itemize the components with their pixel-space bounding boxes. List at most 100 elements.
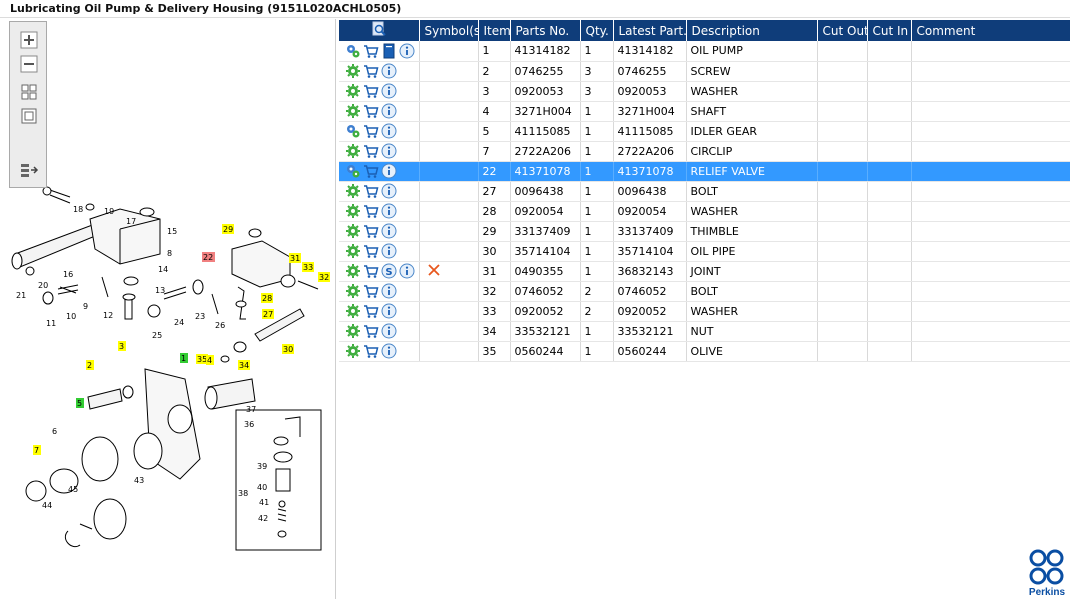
- cart-icon[interactable]: [363, 123, 379, 139]
- zoom-in-icon[interactable]: [19, 30, 39, 50]
- gear-icon[interactable]: [345, 303, 361, 319]
- column-header-cut-out[interactable]: Cut Out: [817, 20, 868, 41]
- callout[interactable]: 42: [258, 514, 268, 523]
- gear-icon[interactable]: [345, 323, 361, 339]
- callout-highlight[interactable]: 27: [262, 309, 274, 319]
- callout[interactable]: 19: [104, 207, 114, 216]
- callout[interactable]: 38: [238, 489, 248, 498]
- callout[interactable]: 45: [68, 485, 78, 494]
- cart-icon[interactable]: [363, 323, 379, 339]
- column-header-cut-in[interactable]: Cut In: [867, 20, 912, 41]
- info-icon[interactable]: [381, 123, 397, 139]
- split-view-icon[interactable]: [19, 160, 39, 180]
- table-row[interactable]: 7 2722A206 1 2722A206 CIRCLIP: [339, 141, 1070, 162]
- info-icon[interactable]: [381, 303, 397, 319]
- info-icon[interactable]: [381, 163, 397, 179]
- info-icon[interactable]: [381, 203, 397, 219]
- table-row[interactable]: 1 41314182 1 41314182 OIL PUMP: [339, 41, 1070, 62]
- table-row[interactable]: 27 0096438 1 0096438 BOLT: [339, 181, 1070, 202]
- gear-icon[interactable]: [345, 263, 361, 279]
- cart-icon[interactable]: [363, 63, 379, 79]
- column-header-icons[interactable]: [339, 20, 420, 41]
- column-header-description[interactable]: Description: [686, 20, 818, 41]
- callout[interactable]: 17: [126, 217, 136, 226]
- callout[interactable]: 21: [16, 291, 26, 300]
- table-row[interactable]: 22 41371078 1 41371078 RELIEF VALVE: [339, 161, 1070, 182]
- callout-highlight[interactable]: 28: [261, 293, 273, 303]
- info-icon[interactable]: [381, 143, 397, 159]
- callout-highlight[interactable]: 1: [180, 353, 188, 363]
- info-icon[interactable]: [399, 263, 415, 279]
- table-row[interactable]: 3 0920053 3 0920053 WASHER: [339, 81, 1070, 102]
- callout-highlight[interactable]: 29: [222, 224, 234, 234]
- callout[interactable]: 37: [246, 405, 256, 414]
- callout-highlight[interactable]: 34: [238, 360, 250, 370]
- callout-highlight[interactable]: 31: [289, 253, 301, 263]
- gears-icon[interactable]: [345, 123, 361, 139]
- gear-icon[interactable]: [345, 103, 361, 119]
- callout-highlight[interactable]: 4: [206, 355, 214, 365]
- cart-icon[interactable]: [363, 183, 379, 199]
- gear-icon[interactable]: [345, 183, 361, 199]
- cart-icon[interactable]: [363, 243, 379, 259]
- callout[interactable]: 43: [134, 476, 144, 485]
- callout[interactable]: 13: [155, 286, 165, 295]
- cart-icon[interactable]: [363, 303, 379, 319]
- info-icon[interactable]: [381, 183, 397, 199]
- document-icon[interactable]: [381, 43, 397, 59]
- callout[interactable]: 8: [167, 249, 172, 258]
- callout[interactable]: 12: [103, 311, 113, 320]
- cart-icon[interactable]: [363, 163, 379, 179]
- callout[interactable]: 25: [152, 331, 162, 340]
- info-icon[interactable]: [381, 63, 397, 79]
- callout[interactable]: 15: [167, 227, 177, 236]
- gear-icon[interactable]: [345, 343, 361, 359]
- column-header-item[interactable]: Item: [478, 20, 511, 41]
- callout[interactable]: 26: [215, 321, 225, 330]
- cart-icon[interactable]: [363, 263, 379, 279]
- info-icon[interactable]: [381, 103, 397, 119]
- callout[interactable]: 16: [63, 270, 73, 279]
- table-row[interactable]: 30 35714104 1 35714104 OIL PIPE: [339, 241, 1070, 262]
- search-doc-icon[interactable]: [371, 21, 387, 37]
- callout-highlight[interactable]: 22: [202, 252, 215, 262]
- callout[interactable]: 40: [257, 483, 267, 492]
- cart-icon[interactable]: [363, 43, 379, 59]
- column-header-parts-no[interactable]: Parts No.: [510, 20, 581, 41]
- column-header-latest-part[interactable]: Latest Part...: [613, 20, 687, 41]
- callout[interactable]: 24: [174, 318, 184, 327]
- gear-icon[interactable]: [345, 63, 361, 79]
- callout[interactable]: 41: [259, 498, 269, 507]
- callout[interactable]: 20: [38, 281, 48, 290]
- cart-icon[interactable]: [363, 343, 379, 359]
- cart-icon[interactable]: [363, 83, 379, 99]
- superseded-icon[interactable]: S: [381, 263, 397, 279]
- gear-icon[interactable]: [345, 203, 361, 219]
- callout-highlight[interactable]: 33: [302, 262, 314, 272]
- callout-highlight[interactable]: 7: [33, 445, 41, 455]
- table-row[interactable]: S 31 0490355 1 36832143 JOINT: [339, 261, 1070, 282]
- callout-highlight[interactable]: 3: [118, 341, 126, 351]
- cart-icon[interactable]: [363, 203, 379, 219]
- info-icon[interactable]: [399, 43, 415, 59]
- callout-highlight[interactable]: 32: [318, 272, 330, 282]
- callout-highlight[interactable]: 5: [76, 398, 84, 408]
- gear-icon[interactable]: [345, 283, 361, 299]
- diagram-pane[interactable]: 18 19 17 15 29 22 31 33 32 8 14 16 20 21…: [0, 19, 336, 599]
- column-header-comment[interactable]: Comment: [911, 20, 1070, 41]
- gear-icon[interactable]: [345, 83, 361, 99]
- table-row[interactable]: 28 0920054 1 0920054 WASHER: [339, 201, 1070, 222]
- callout[interactable]: 36: [244, 420, 254, 429]
- gear-icon[interactable]: [345, 223, 361, 239]
- table-row[interactable]: 5 41115085 1 41115085 IDLER GEAR: [339, 121, 1070, 142]
- cart-icon[interactable]: [363, 283, 379, 299]
- cart-icon[interactable]: [363, 143, 379, 159]
- column-header-qty[interactable]: Qty.: [580, 20, 614, 41]
- callout[interactable]: 9: [83, 302, 88, 311]
- table-row[interactable]: 34 33532121 1 33532121 NUT: [339, 321, 1070, 342]
- info-icon[interactable]: [381, 283, 397, 299]
- exploded-diagram[interactable]: 18 19 17 15 29 22 31 33 32 8 14 16 20 21…: [0, 19, 336, 599]
- callout-highlight[interactable]: 30: [282, 344, 294, 354]
- table-row[interactable]: 35 0560244 1 0560244 OLIVE: [339, 341, 1070, 362]
- callout[interactable]: 11: [46, 319, 56, 328]
